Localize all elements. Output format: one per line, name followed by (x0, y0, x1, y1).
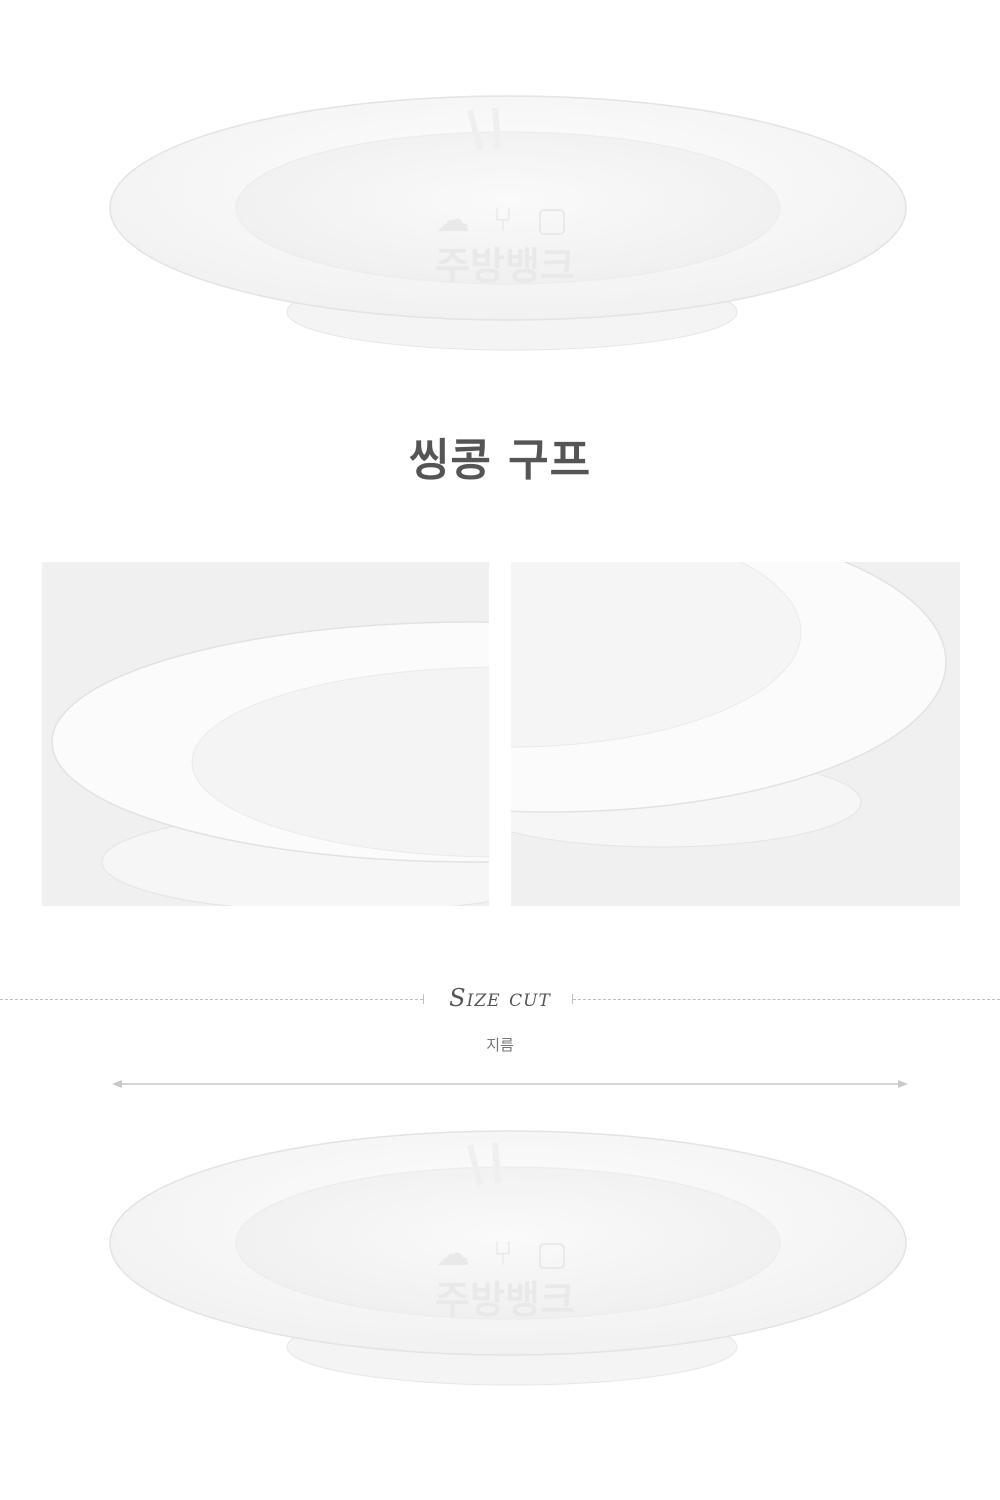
size-cut-header: Size cut (0, 984, 1000, 1016)
detail-panel-left (42, 562, 489, 906)
divider-tick-left (423, 994, 424, 1004)
detail-plate-left-image (51, 621, 489, 906)
watermark-logo: ☁ ⑂ ▢ 주방뱅크 (410, 198, 600, 298)
divider-left (0, 999, 423, 1000)
detail-plate-right-image (511, 562, 947, 848)
diameter-arrow (112, 1080, 908, 1088)
dimension-label: 지름 (486, 1036, 514, 1054)
product-title: 씽콩 구프 (408, 435, 592, 486)
watermark-icons: ☁ ⑂ ▢ (435, 1234, 575, 1274)
size-cut-heading: Size cut (449, 984, 551, 1012)
detail-panel-right (511, 562, 960, 906)
watermark-icons: ☁ ⑂ ▢ (435, 200, 575, 240)
watermark-text: 주방뱅크 (435, 244, 575, 288)
divider-right (573, 999, 1000, 1000)
watermark-text: 주방뱅크 (435, 1278, 575, 1322)
watermark-logo-bottom: ☁ ⑂ ▢ 주방뱅크 (410, 1232, 600, 1332)
